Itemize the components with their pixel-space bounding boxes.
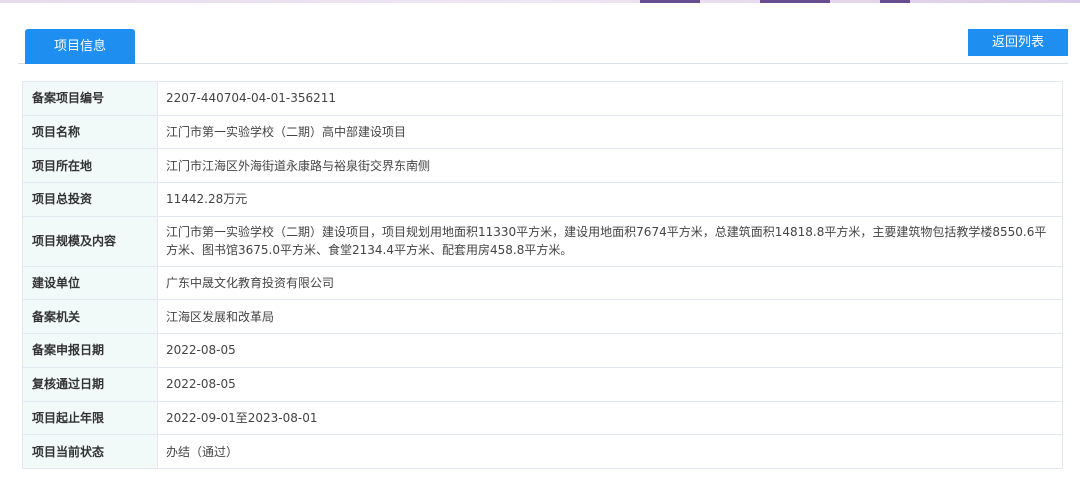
row-label: 备案机关 <box>22 299 158 335</box>
row-value: 办结（通过） <box>157 434 1063 469</box>
row-label: 项目所在地 <box>22 148 158 184</box>
tab-bar: 项目信息 返回列表 <box>18 28 1068 64</box>
row-value: 江门市第一实验学校（二期）高中部建设项目 <box>157 114 1063 150</box>
tab-project-info[interactable]: 项目信息 <box>25 29 135 64</box>
row-value: 2022-08-05 <box>157 366 1063 402</box>
row-value: 江门市第一实验学校（二期）建设项目，项目规划用地面积11330平方米，建设用地面… <box>157 215 1063 267</box>
row-value: 2022-08-05 <box>157 333 1063 368</box>
top-decor-accent <box>880 0 910 3</box>
row-label: 项目当前状态 <box>22 434 158 469</box>
top-decor-strip <box>0 0 1080 3</box>
project-info-table: 备案项目编号 2207-440704-04-01-356211 项目名称 江门市… <box>22 81 1063 469</box>
row-value: 11442.28万元 <box>157 182 1063 217</box>
row-label: 备案申报日期 <box>22 333 158 368</box>
row-label: 项目起止年限 <box>22 400 158 436</box>
table-row: 项目所在地 江门市江海区外海街道永康路与裕泉街交界东南侧 <box>22 148 1063 184</box>
row-label: 项目名称 <box>22 114 158 150</box>
row-label: 备案项目编号 <box>22 81 158 116</box>
table-row: 项目起止年限 2022-09-01至2023-08-01 <box>22 400 1063 436</box>
table-row: 复核通过日期 2022-08-05 <box>22 366 1063 402</box>
table-row: 备案申报日期 2022-08-05 <box>22 333 1063 368</box>
table-row: 备案项目编号 2207-440704-04-01-356211 <box>22 81 1063 116</box>
row-value: 江门市江海区外海街道永康路与裕泉街交界东南侧 <box>157 148 1063 184</box>
row-value: 2207-440704-04-01-356211 <box>157 81 1063 116</box>
row-label: 项目总投资 <box>22 182 158 217</box>
back-to-list-button[interactable]: 返回列表 <box>968 29 1068 56</box>
table-row: 项目名称 江门市第一实验学校（二期）高中部建设项目 <box>22 114 1063 150</box>
top-decor-accent <box>760 0 830 3</box>
row-value: 江海区发展和改革局 <box>157 299 1063 335</box>
table-row: 备案机关 江海区发展和改革局 <box>22 299 1063 335</box>
row-label: 复核通过日期 <box>22 366 158 402</box>
row-label: 建设单位 <box>22 265 158 301</box>
row-value: 2022-09-01至2023-08-01 <box>157 400 1063 436</box>
table-row: 项目当前状态 办结（通过） <box>22 434 1063 469</box>
table-row: 建设单位 广东中晟文化教育投资有限公司 <box>22 265 1063 301</box>
row-label: 项目规模及内容 <box>22 215 158 267</box>
row-value: 广东中晟文化教育投资有限公司 <box>157 265 1063 301</box>
table-row: 项目总投资 11442.28万元 <box>22 182 1063 217</box>
table-row: 项目规模及内容 江门市第一实验学校（二期）建设项目，项目规划用地面积11330平… <box>22 215 1063 267</box>
top-decor-accent <box>640 0 700 3</box>
